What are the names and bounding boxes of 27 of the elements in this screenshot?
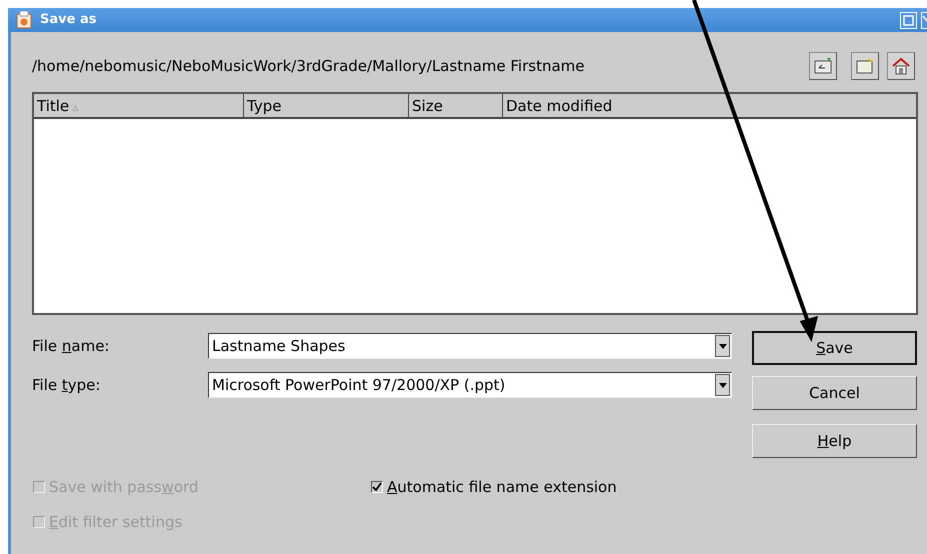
column-header[interactable]: Size	[409, 94, 503, 119]
field-value: Lastname Shapes	[212, 336, 346, 357]
window-title: Save as	[40, 11, 96, 30]
checkbox[interactable]	[371, 481, 383, 494]
toolbar-button[interactable]	[809, 52, 837, 80]
toolbar-button[interactable]	[851, 52, 879, 80]
maximize-button[interactable]	[900, 12, 917, 28]
combo-box[interactable]: Microsoft PowerPoint 97/2000/XP (.ppt)	[208, 372, 732, 398]
combo-box[interactable]: Lastname Shapes	[208, 333, 732, 359]
app-icon	[16, 11, 32, 29]
dialog-button[interactable]: Save	[752, 331, 917, 365]
file-list[interactable]: Title ▵ Type Size Date modified	[32, 92, 918, 315]
home-icon	[891, 57, 911, 75]
new-folder-icon	[856, 58, 874, 74]
folder-up-icon	[814, 58, 832, 74]
field-label: File type:	[32, 374, 102, 396]
dialog-button[interactable]: Help	[752, 424, 917, 458]
field-value: Microsoft PowerPoint 97/2000/XP (.ppt)	[212, 374, 506, 396]
column-header[interactable]: Type	[244, 94, 409, 119]
close-button[interactable]	[921, 12, 927, 28]
column-header[interactable]: Date modified	[503, 94, 916, 119]
checkbox-label[interactable]: Automatic file name extension	[387, 476, 617, 498]
path-label: /home/nebomusic/NeboMusicWork/3rdGrade/Mallory/Lastname Firstname	[32, 56, 584, 77]
field-label: File name:	[32, 336, 110, 357]
toolbar-button[interactable]	[887, 52, 915, 80]
column-header[interactable]: Title ▵	[34, 94, 244, 119]
dialog-button[interactable]: Cancel	[752, 376, 917, 410]
